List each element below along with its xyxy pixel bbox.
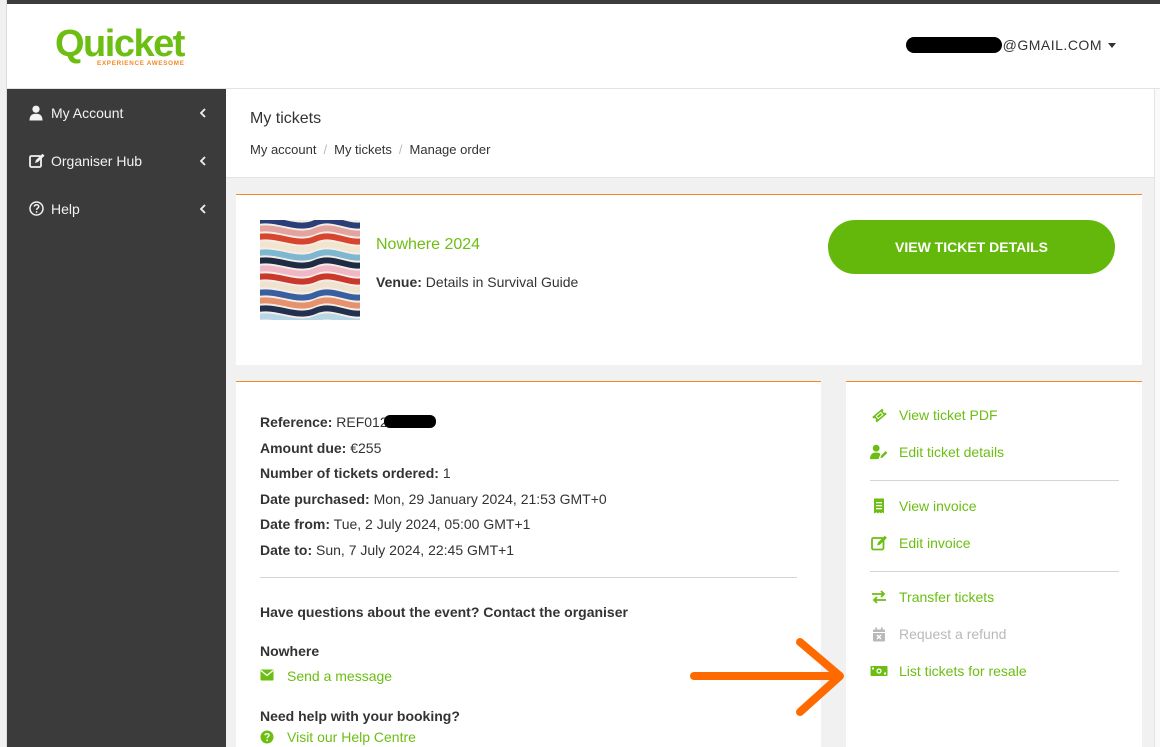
date-from-label: Date from: [260, 516, 331, 533]
chevron-left-icon [200, 156, 206, 166]
request-refund-label: Request a refund [899, 626, 1007, 642]
breadcrumb-separator: / [323, 142, 328, 157]
send-message-label: Send a message [287, 668, 393, 684]
user-edit-icon [870, 444, 888, 460]
redacted-reference-mark [383, 415, 436, 428]
logo-tagline: EXPERIENCE AWESOME [97, 60, 185, 67]
date-to-value: Sun, 7 July 2024, 22:45 GMT+1 [316, 541, 515, 558]
actions-divider-2 [870, 571, 1119, 572]
amount-value: €255 [350, 439, 382, 456]
page-header: My tickets My account / My tickets / Man… [226, 89, 1154, 178]
venue-label: Venue: [376, 274, 422, 290]
receipt-icon [870, 498, 888, 514]
breadcrumb-separator: / [398, 142, 403, 157]
user-menu[interactable]: @GMAIL.COM [905, 37, 1116, 53]
venue-value: Details in Survival Guide [425, 274, 579, 290]
reference-label: Reference: [260, 414, 333, 430]
amount-label: Amount due: [260, 439, 347, 456]
breadcrumb-my-account[interactable]: My account [250, 142, 316, 157]
question-circle-icon [29, 201, 45, 217]
order-date-to-row: Date to: Sun, 7 July 2024, 22:45 GMT+1 [260, 538, 607, 564]
sidebar-item-help[interactable]: Help [7, 185, 226, 233]
envelope-icon [260, 669, 274, 683]
sidebar: My Account Organiser Hub Help [7, 89, 226, 747]
view-ticket-pdf-link[interactable]: View ticket PDF [870, 407, 998, 423]
order-reference-row: Reference: REF012 [260, 410, 607, 436]
ticket-icon [870, 407, 888, 423]
redacted-email-mark [905, 37, 1002, 53]
breadcrumb-manage-order: Manage order [409, 142, 491, 157]
purchased-label: Date purchased: [260, 490, 370, 507]
exchange-arrows-icon [870, 589, 888, 605]
event-name-link[interactable]: Nowhere 2024 [376, 236, 480, 254]
date-to-label: Date to: [260, 541, 313, 558]
edit-ticket-details-label: Edit ticket details [899, 444, 1005, 460]
order-divider [260, 577, 797, 578]
booking-help-heading: Need help with your booking? [260, 708, 460, 724]
sidebar-item-organiser-hub[interactable]: Organiser Hub [7, 137, 226, 185]
sidebar-item-label: My Account [51, 105, 124, 121]
breadcrumb-my-tickets[interactable]: My tickets [334, 142, 392, 157]
sidebar-item-label: Help [51, 201, 80, 217]
edit-invoice-link[interactable]: Edit invoice [870, 535, 971, 551]
help-centre-label: Visit our Help Centre [287, 729, 416, 745]
quicket-logo[interactable]: Quicket EXPERIENCE AWESOME [55, 22, 205, 68]
edit-invoice-label: Edit invoice [899, 535, 971, 551]
tickets-label: Number of tickets ordered: [260, 465, 439, 482]
edit-ticket-details-link[interactable]: Edit ticket details [870, 444, 1004, 460]
page-title: My tickets [250, 110, 322, 127]
money-bill-icon [870, 663, 888, 679]
date-from-value: Tue, 2 July 2024, 05:00 GMT+1 [333, 516, 531, 533]
breadcrumb: My account / My tickets / Manage order [250, 142, 490, 157]
order-purchased-row: Date purchased: Mon, 29 January 2024, 21… [260, 487, 607, 513]
question-circle-icon [260, 730, 274, 744]
site-header: Quicket EXPERIENCE AWESOME @GMAIL.COM [7, 4, 1160, 89]
sidebar-item-my-account[interactable]: My Account [7, 89, 226, 137]
chevron-left-icon [200, 204, 206, 214]
order-tickets-row: Number of tickets ordered: 1 [260, 461, 607, 487]
list-tickets-resale-link[interactable]: List tickets for resale [870, 663, 1027, 679]
order-date-from-row: Date from: Tue, 2 July 2024, 05:00 GMT+1 [260, 512, 607, 538]
edit-icon [29, 153, 45, 169]
organiser-name: Nowhere [260, 643, 320, 659]
event-venue: Venue: Details in Survival Guide [376, 274, 578, 290]
window-left-edge [0, 0, 7, 747]
chevron-left-icon [200, 108, 206, 118]
calendar-x-icon [870, 626, 888, 642]
tickets-value: 1 [442, 465, 451, 482]
list-tickets-resale-label: List tickets for resale [899, 663, 1027, 679]
transfer-tickets-label: Transfer tickets [899, 589, 995, 605]
user-email: @GMAIL.COM [1002, 37, 1102, 53]
actions-divider-1 [870, 480, 1119, 481]
order-amount-row: Amount due: €255 [260, 436, 607, 462]
purchased-value: Mon, 29 January 2024, 21:53 GMT+0 [373, 490, 607, 507]
view-ticket-details-button[interactable]: VIEW TICKET DETAILS [828, 220, 1115, 274]
event-thumbnail [260, 220, 360, 320]
send-message-link[interactable]: Send a message [260, 668, 392, 684]
edit-icon [870, 535, 888, 551]
transfer-tickets-link[interactable]: Transfer tickets [870, 589, 994, 605]
reference-value: REF012 [336, 414, 388, 430]
sidebar-item-label: Organiser Hub [51, 153, 143, 169]
order-details-list: Reference: REF012 Amount due: €255 Numbe… [260, 410, 607, 564]
view-ticket-pdf-label: View ticket PDF [899, 407, 998, 423]
request-refund-link: Request a refund [870, 626, 1006, 642]
annotation-arrow-icon [690, 638, 844, 716]
caret-down-icon [1108, 42, 1116, 48]
contact-organiser-heading: Have questions about the event? Contact … [260, 604, 628, 620]
page-scrollbar[interactable] [1154, 89, 1160, 747]
user-icon [29, 105, 45, 121]
view-invoice-label: View invoice [899, 498, 977, 514]
event-card: Nowhere 2024 Venue: Details in Survival … [236, 194, 1142, 365]
logo-wordmark: Quicket [55, 23, 186, 65]
order-actions-card: View ticket PDF Edit ticket details View… [846, 381, 1142, 747]
view-invoice-link[interactable]: View invoice [870, 498, 977, 514]
help-centre-link[interactable]: Visit our Help Centre [260, 729, 416, 745]
